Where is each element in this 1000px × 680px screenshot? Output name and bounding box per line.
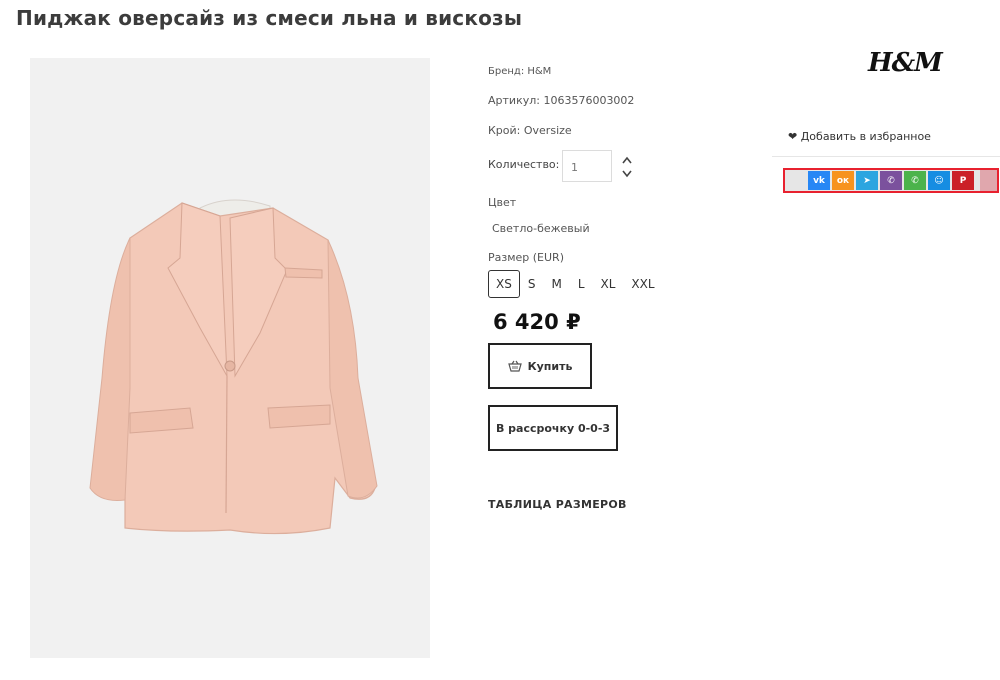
quantity-input[interactable]: 1 — [562, 150, 612, 182]
installment-button[interactable]: В рассрочку 0-0-3 — [488, 405, 618, 451]
brand-text: Бренд: H&M — [488, 66, 552, 77]
size-option-m[interactable]: M — [543, 270, 569, 298]
share-bar: vk ок ➤ ✆ ✆ ☺ P — [783, 168, 999, 193]
size-option-xs[interactable]: XS — [488, 270, 520, 298]
cut-text: Крой: Oversize — [488, 124, 572, 137]
jacket-illustration — [89, 199, 378, 535]
divider — [772, 156, 1000, 157]
size-option-l[interactable]: L — [570, 270, 593, 298]
color-value: Светло-бежевый — [492, 222, 590, 235]
size-label: Размер (EUR) — [488, 251, 564, 264]
buy-button-label: Купить — [527, 359, 573, 373]
whatsapp-share-icon[interactable]: ✆ — [904, 171, 926, 190]
size-table-link[interactable]: ТАБЛИЦА РАЗМЕРОВ — [488, 498, 627, 511]
vk-share-icon[interactable]: vk — [808, 171, 830, 190]
installment-button-label: В рассрочку 0-0-3 — [495, 421, 611, 435]
odnoklassniki-share-icon[interactable]: ок — [832, 171, 854, 190]
basket-icon — [507, 360, 522, 372]
share-bar-end — [980, 170, 997, 191]
quantity-label: Количество: — [488, 158, 560, 171]
article-text: Артикул: 1063576003002 — [488, 94, 635, 107]
add-to-favorites-link[interactable]: ❤ Добавить в избранное — [788, 130, 931, 143]
product-image[interactable] — [30, 58, 430, 658]
size-option-s[interactable]: S — [520, 270, 544, 298]
size-selector: XS S M L XL XXL — [488, 270, 663, 298]
buy-button[interactable]: Купить — [488, 343, 592, 389]
size-option-xxl[interactable]: XXL — [623, 270, 662, 298]
price: 6 420 ₽ — [493, 310, 581, 334]
color-label: Цвет — [488, 196, 517, 209]
brand-logo[interactable]: H&M — [868, 48, 943, 78]
quantity-decrease-icon[interactable] — [620, 168, 634, 181]
pinterest-share-icon[interactable]: P — [952, 171, 974, 190]
page-title: Пиджак оверсайз из смеси льна и вискозы — [16, 6, 523, 30]
telegram-share-icon[interactable]: ➤ — [856, 171, 878, 190]
moimir-share-icon[interactable]: ☺ — [928, 171, 950, 190]
quantity-increase-icon[interactable] — [620, 154, 634, 167]
size-option-xl[interactable]: XL — [593, 270, 624, 298]
viber-share-icon[interactable]: ✆ — [880, 171, 902, 190]
